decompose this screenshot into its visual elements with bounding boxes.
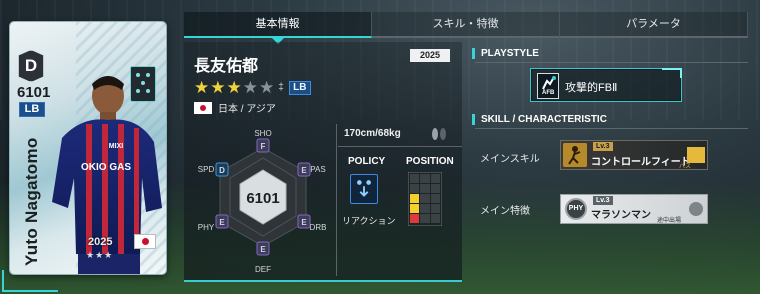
stat-label-sho: SHO (254, 129, 271, 138)
policy-icon (350, 174, 378, 204)
trait-condition: 途中出場 (657, 218, 682, 224)
card-player-name: Yuto Nagatomo (22, 137, 41, 267)
star-icon: ★ (226, 78, 242, 97)
grade-def: E (260, 245, 266, 254)
star-icon: ★ (194, 78, 210, 97)
rarity-stars: ★ ★ ★ ★ ★ ‡ LB (194, 79, 311, 96)
playstyle-role-label: AFB (542, 90, 555, 96)
tab-skills[interactable]: スキル・特徴 (372, 12, 560, 38)
svg-text:OKIO GAS: OKIO GAS (81, 162, 131, 173)
svg-text:MIXI: MIXI (109, 143, 123, 150)
grade-spd: D (219, 166, 225, 175)
playstyle-pattern-icon (130, 66, 156, 102)
main-skill-label: メインスキル (480, 154, 540, 165)
playstyle-name: 攻撃的FBⅡ (565, 82, 618, 94)
star-icon: ★ (210, 78, 226, 97)
card-rarity-badge: D (18, 50, 44, 82)
playstyle-role-icon: AFB (537, 73, 559, 99)
ability-hexagon: 6101 SHO F PAS E DRB E DEF E PHY E SPD D (198, 129, 327, 274)
skill-header: SKILL / CHARACTERISTIC (472, 114, 748, 129)
trait-phy-icon: PHY (565, 198, 587, 220)
japan-flag-icon (194, 101, 212, 114)
plus-icon: ‡ (278, 82, 284, 93)
main-trait-card[interactable]: PHY Lv.3 マラソンマン 途中出場 (560, 194, 708, 224)
star-icon: ★ (259, 78, 275, 97)
grade-sho: F (261, 142, 266, 151)
stat-label-def: DEF (255, 265, 271, 274)
grade-drb: E (301, 218, 307, 227)
skill-grade-icon (687, 147, 705, 163)
nation-text: 日本 / アジア (218, 104, 276, 115)
main-trait-label: メイン特徴 (480, 206, 530, 217)
position-header: POSITION (406, 156, 454, 167)
physique-text: 170cm/68kg (344, 128, 401, 139)
player-name: 長友佑都 (194, 58, 259, 75)
stat-label-pas: PAS (310, 165, 325, 174)
nation-row: 日本 / アジア (194, 100, 276, 115)
grade-pas: E (301, 166, 307, 175)
card-rating: 6101 (17, 84, 51, 101)
trait-grade-icon (689, 202, 703, 216)
grade-phy: E (219, 218, 225, 227)
card-position: LB (19, 102, 45, 117)
player-card[interactable]: OKIO GAS MIXI D 6101 LB Yuto Nagatomo 20… (10, 22, 166, 274)
position-tag: LB (288, 80, 311, 95)
panel-divider (336, 124, 337, 276)
policy-header: POLICY (348, 156, 386, 167)
footprint-icon (432, 128, 446, 140)
stat-label-spd: SPD (198, 165, 215, 174)
corner-decoration (2, 270, 58, 292)
skill-player-icon (563, 143, 587, 167)
panel-divider (338, 146, 462, 147)
tab-parameters[interactable]: パラメータ (560, 12, 748, 38)
stat-label-phy: PHY (198, 223, 215, 232)
position-map (408, 172, 442, 226)
basic-info-panel: 長友佑都 2025 ★ ★ ★ ★ ★ ‡ LB 日本 / アジア 6101 S… (184, 42, 462, 282)
playstyle-header: PLAYSTYLE (472, 48, 748, 63)
trait-level: Lv.3 (593, 196, 613, 205)
tab-bar: 基本情報 スキル・特徴 パラメータ (184, 12, 748, 44)
skill-level: Lv.3 (593, 142, 613, 151)
playstyle-card[interactable]: AFB 攻撃的FBⅡ (530, 68, 682, 102)
card-stars: ★★★ (86, 250, 114, 260)
tab-basic-info[interactable]: 基本情報 (184, 12, 372, 44)
main-skill-card[interactable]: Lv.3 コントロールフィード パス (560, 140, 708, 170)
stat-label-drb: DRB (310, 223, 327, 232)
season-badge: 2025 (410, 49, 450, 62)
skill-name: コントロールフィード (591, 157, 691, 168)
star-icon: ★ (242, 78, 258, 97)
japan-flag-icon (134, 234, 156, 249)
policy-value: リアクション (342, 216, 396, 226)
trait-name: マラソンマン (591, 210, 651, 221)
overall-rating: 6101 (246, 190, 279, 207)
card-year: 2025 (88, 236, 113, 248)
